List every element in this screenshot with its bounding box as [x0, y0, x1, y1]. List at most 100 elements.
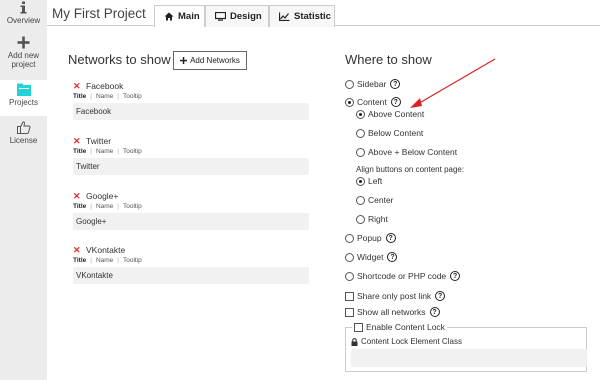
subtab-name[interactable]: Name — [96, 93, 113, 101]
subtab-title[interactable]: Title — [73, 257, 86, 265]
option-widget[interactable]: Widget ? — [345, 251, 398, 263]
tab-statistic[interactable]: Statistic — [269, 5, 335, 27]
folder-icon — [0, 83, 47, 96]
checkbox-enable-content-lock[interactable] — [354, 322, 363, 332]
option-shortcode[interactable]: Shortcode or PHP code ? — [345, 270, 461, 282]
option-label: Below Content — [368, 128, 424, 138]
sidebar-item-license[interactable]: License — [0, 121, 47, 151]
network-item-twitter: ✕ Twitter Title | Name | Tooltip Twitter — [73, 136, 309, 175]
radio-align-left[interactable] — [356, 176, 365, 186]
radio-widget[interactable] — [345, 252, 354, 262]
option-label: Show all networks — [357, 307, 426, 317]
radio-align-center[interactable] — [356, 195, 365, 205]
home-icon — [164, 12, 174, 21]
align-buttons-label: Align buttons on content page: — [356, 165, 465, 174]
content-lock-class-input[interactable] — [351, 349, 587, 367]
option-label: Enable Content Lock — [366, 322, 445, 332]
content-lock-class-text: Content Lock Element Class — [361, 337, 462, 346]
option-sidebar[interactable]: Sidebar ? — [345, 78, 401, 90]
option-below-content[interactable]: Below Content — [356, 127, 423, 139]
sidebar-item-label: Projects — [9, 98, 38, 107]
help-icon[interactable]: ? — [387, 252, 398, 262]
radio-popup[interactable] — [345, 233, 354, 243]
subtab-name[interactable]: Name — [96, 203, 113, 211]
subtab-tooltip[interactable]: Tooltip — [123, 93, 142, 101]
option-popup[interactable]: Popup ? — [345, 232, 396, 244]
sidebar-item-label: License — [9, 136, 38, 145]
network-item-facebook: ✕ Facebook Title | Name | Tooltip Facebook — [73, 81, 309, 120]
radio-above-content[interactable] — [356, 109, 365, 119]
network-name: Google+ — [86, 191, 119, 201]
subtab-name[interactable]: Name — [96, 148, 113, 156]
remove-icon[interactable]: ✕ — [73, 191, 86, 202]
help-icon[interactable]: ? — [385, 233, 396, 243]
page-title: My First Project — [52, 6, 146, 21]
checkbox-share-only-post-link[interactable] — [345, 291, 354, 301]
option-content[interactable]: Content ? — [345, 96, 401, 108]
subtab-tooltip[interactable]: Tooltip — [123, 203, 142, 211]
subtab-title[interactable]: Title — [73, 203, 86, 211]
radio-align-right[interactable] — [356, 214, 365, 224]
subtab-tooltip[interactable]: Tooltip — [123, 257, 142, 265]
option-label: Shortcode or PHP code — [357, 271, 447, 281]
info-icon — [0, 1, 47, 14]
help-icon[interactable]: ? — [450, 271, 461, 281]
sidebar-item-add-new-project[interactable]: Add new project — [0, 36, 47, 76]
radio-shortcode[interactable] — [345, 271, 354, 281]
option-align-left[interactable]: Left — [356, 175, 382, 187]
option-above-below-content[interactable]: Above + Below Content — [356, 146, 457, 158]
option-label: Left — [368, 176, 383, 186]
enable-content-lock[interactable]: Enable Content Lock — [352, 322, 447, 332]
radio-sidebar[interactable] — [345, 79, 354, 89]
sidebar-item-projects[interactable]: Projects — [0, 80, 47, 116]
tab-label: Statistic — [294, 11, 331, 22]
network-name: Facebook — [86, 81, 124, 91]
lock-icon — [351, 337, 358, 346]
tab-main[interactable]: Main — [154, 5, 205, 27]
add-networks-label: Add Networks — [190, 56, 240, 65]
option-show-all-networks[interactable]: Show all networks ? — [345, 306, 440, 318]
option-label: Widget — [357, 252, 384, 262]
subtab-title[interactable]: Title — [73, 148, 86, 156]
chart-icon — [279, 12, 290, 21]
network-name: VKontakte — [86, 245, 126, 255]
subtab-name[interactable]: Name — [96, 257, 113, 265]
help-icon[interactable]: ? — [429, 307, 440, 317]
network-title-input[interactable]: VKontakte — [73, 267, 309, 284]
help-icon[interactable]: ? — [390, 79, 401, 89]
option-label: Above + Below Content — [368, 147, 458, 157]
remove-icon[interactable]: ✕ — [73, 81, 86, 92]
option-share-only-post-link[interactable]: Share only post link ? — [345, 290, 446, 302]
subtab-title[interactable]: Title — [73, 93, 86, 101]
tab-design[interactable]: Design — [205, 5, 269, 27]
option-label: Share only post link — [357, 291, 432, 301]
checkbox-show-all-networks[interactable] — [345, 307, 354, 317]
monitor-icon — [215, 12, 226, 21]
option-align-right[interactable]: Right — [356, 213, 388, 225]
network-title-input[interactable]: Twitter — [73, 158, 309, 175]
option-label: Right — [368, 214, 388, 224]
network-title-input[interactable]: Facebook — [73, 103, 309, 120]
sidebar-item-label: project — [11, 60, 36, 69]
content-lock-class-label: Content Lock Element Class — [351, 337, 462, 346]
radio-above-below-content[interactable] — [356, 147, 365, 157]
remove-icon[interactable]: ✕ — [73, 136, 86, 147]
network-item-vkontakte: ✕ VKontakte Title | Name | Tooltip VKontak… — [73, 245, 309, 284]
remove-icon[interactable]: ✕ — [73, 245, 86, 256]
help-icon[interactable]: ? — [435, 291, 446, 301]
sidebar-item-overview[interactable]: Overview — [0, 1, 47, 31]
radio-below-content[interactable] — [356, 128, 365, 138]
plus-icon — [180, 57, 188, 64]
sidebar: Overview Add new project Projects Licens… — [0, 0, 47, 380]
tab-label: Main — [178, 11, 200, 22]
network-title-input[interactable]: Google+ — [73, 213, 309, 230]
option-label: Sidebar — [357, 79, 387, 89]
networks-title: Networks to show — [68, 52, 171, 67]
subtab-tooltip[interactable]: Tooltip — [123, 148, 142, 156]
option-align-center[interactable]: Center — [356, 194, 394, 206]
tab-label: Design — [230, 11, 262, 22]
option-label: Popup — [357, 233, 382, 243]
add-networks-button[interactable]: Add Networks — [173, 51, 247, 70]
option-label: Content — [357, 97, 387, 107]
radio-content[interactable] — [345, 97, 354, 107]
